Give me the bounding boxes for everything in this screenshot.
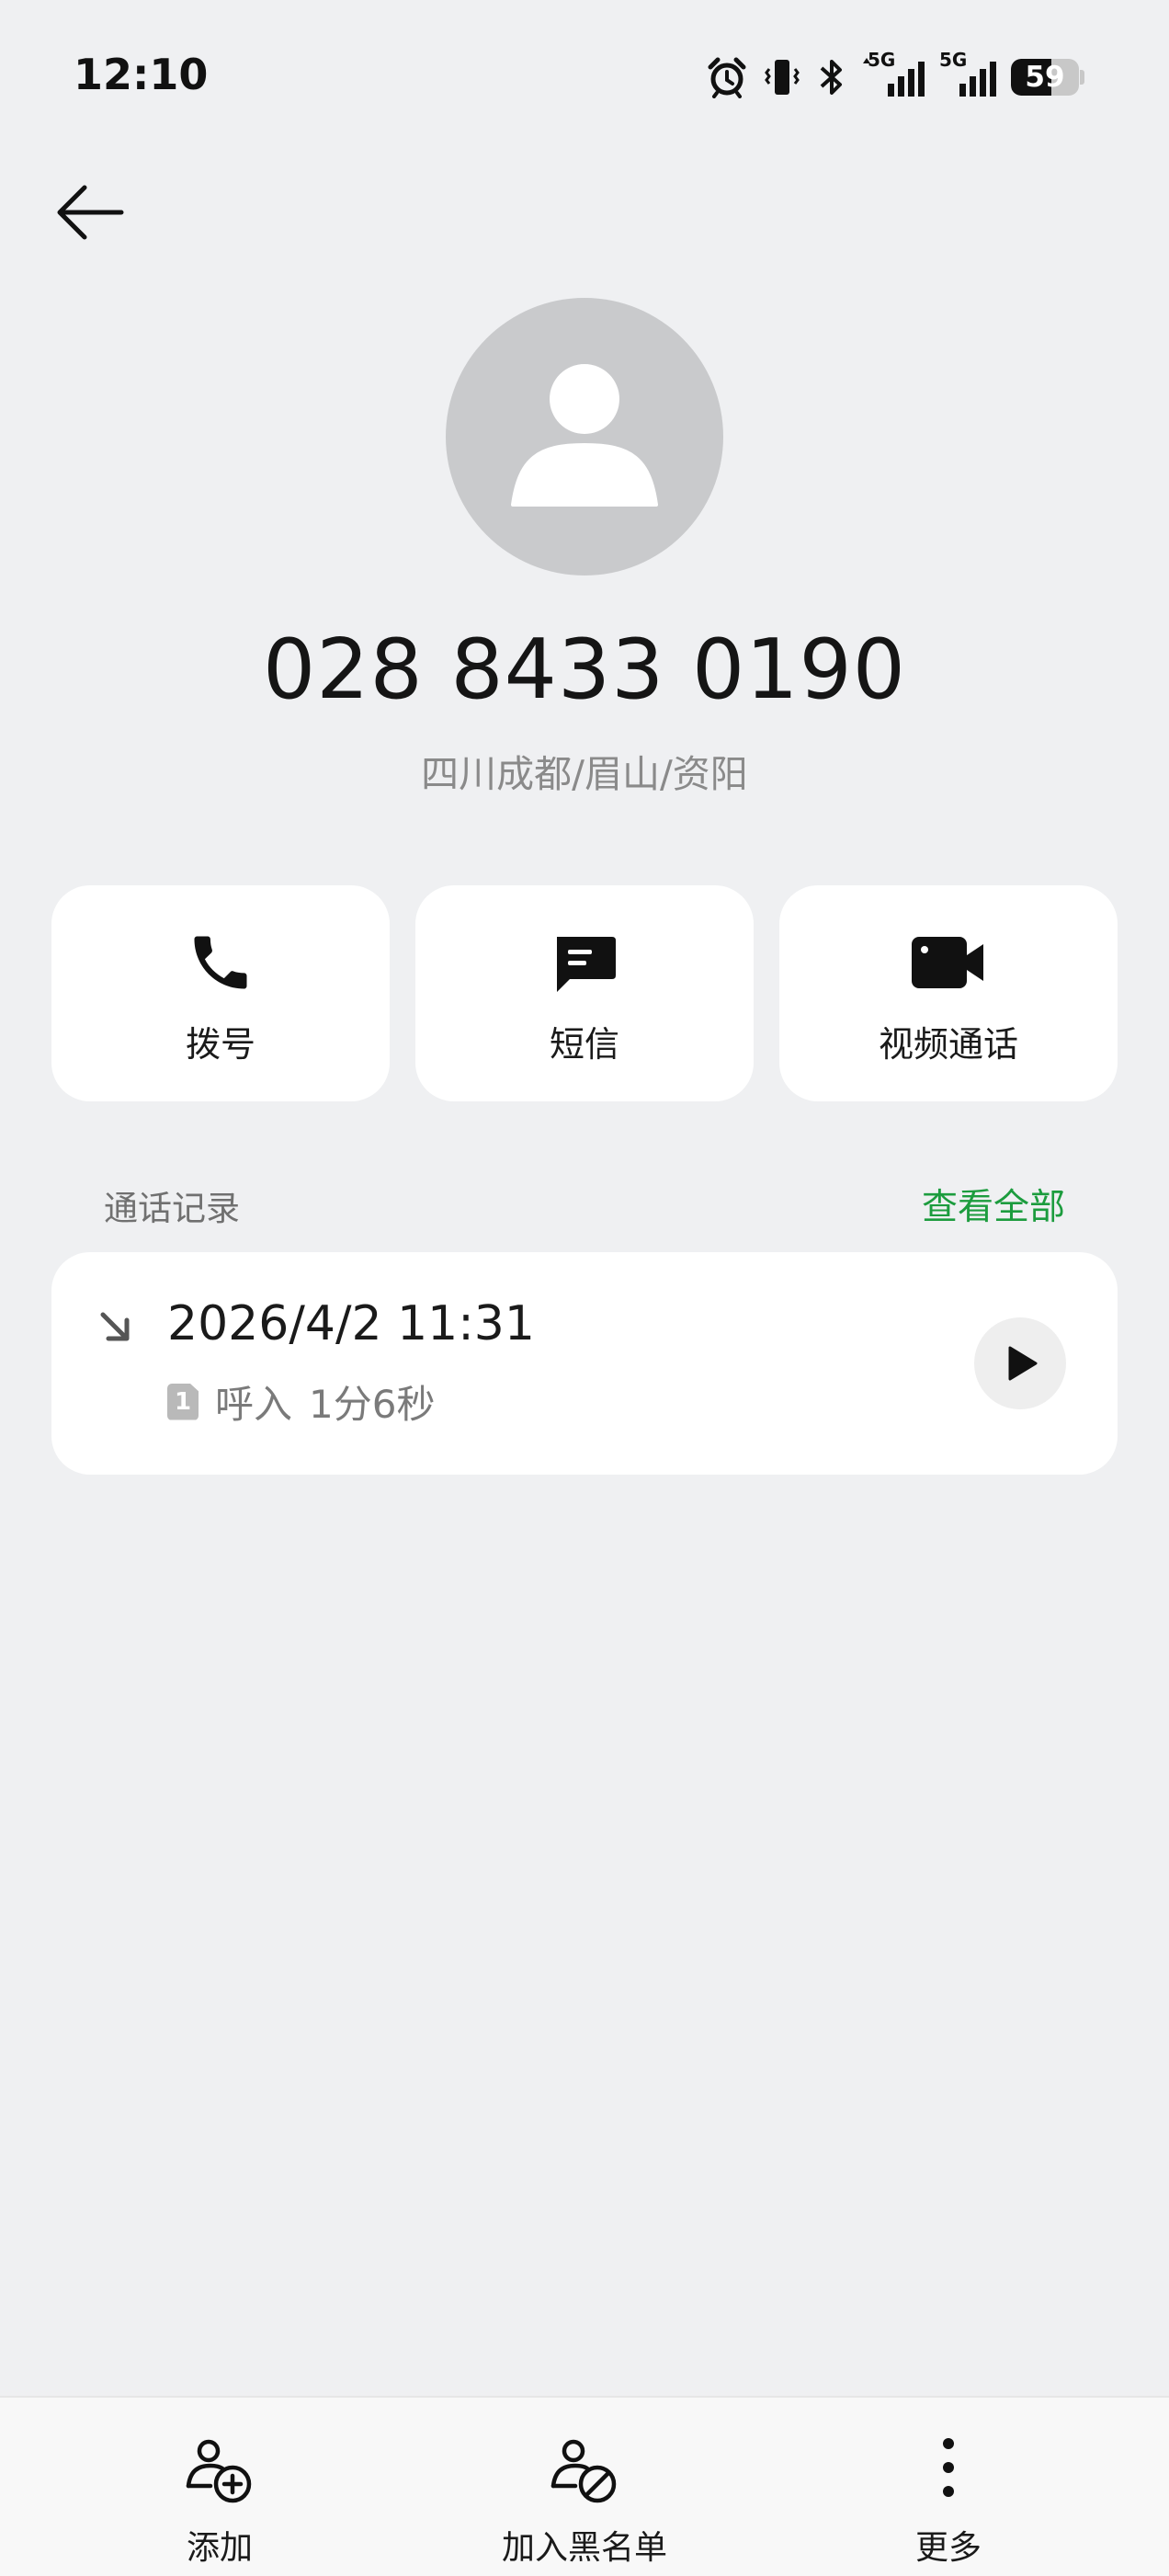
video-call-icon	[910, 926, 987, 999]
block-contact-label: 加入黑名单	[501, 2529, 667, 2567]
alarm-icon	[706, 56, 748, 98]
sms-label: 短信	[549, 1024, 619, 1065]
block-contact-button[interactable]: 加入黑名单	[447, 2434, 722, 2569]
bluetooth-icon	[816, 56, 847, 98]
play-icon	[1008, 1346, 1038, 1381]
phone-location: 四川成都/眉山/资阳	[421, 752, 748, 796]
call-log-title: 通话记录	[104, 1189, 240, 1228]
action-row: 拨号 短信 视频通话	[51, 885, 1118, 1101]
battery-level: 59	[1025, 61, 1065, 94]
sim-card-icon: 1	[167, 1383, 199, 1420]
back-button[interactable]	[44, 171, 136, 254]
status-bar: 12:10 5G 5G 59	[0, 0, 1169, 147]
message-icon	[550, 926, 619, 999]
battery-body: 59	[1011, 59, 1079, 96]
add-contact-button[interactable]: 添加	[82, 2434, 358, 2569]
dial-label: 拨号	[185, 1024, 255, 1065]
phone-number: 028 8433 0190	[262, 621, 907, 718]
status-icons: 5G 5G 59	[706, 49, 1084, 103]
add-contact-label: 添加	[186, 2529, 253, 2567]
dial-button[interactable]: 拨号	[51, 885, 390, 1101]
video-call-label: 视频通话	[878, 1024, 1018, 1065]
sms-button[interactable]: 短信	[415, 885, 754, 1101]
status-time: 12:10	[74, 50, 209, 99]
bottom-action-bar: 添加 加入黑名单 更多	[0, 2396, 1169, 2576]
play-recording-button[interactable]	[974, 1317, 1066, 1409]
add-contact-icon	[183, 2434, 256, 2508]
sim-number: 1	[174, 1387, 192, 1416]
more-button[interactable]: 更多	[811, 2434, 1086, 2569]
view-all-link[interactable]: 查看全部	[922, 1179, 1065, 1230]
signal-icon: 5G	[939, 49, 998, 100]
person-icon	[511, 364, 658, 507]
block-contact-icon	[548, 2434, 621, 2508]
battery-tip	[1080, 70, 1084, 85]
call-log-entry[interactable]: 2026/4/2 11:31 1 呼入 1分6秒	[51, 1252, 1118, 1475]
video-call-button[interactable]: 视频通话	[779, 885, 1118, 1101]
avatar	[446, 298, 723, 576]
incoming-arrow-icon	[96, 1307, 136, 1348]
battery-icon: 59	[1011, 58, 1084, 97]
signal-icon: 5G	[860, 49, 926, 100]
call-datetime: 2026/4/2 11:31	[167, 1296, 535, 1351]
back-arrow-icon	[57, 185, 124, 240]
more-label: 更多	[914, 2529, 982, 2567]
call-type: 呼入	[215, 1382, 293, 1427]
phone-icon	[186, 926, 255, 999]
call-meta: 1 呼入 1分6秒	[167, 1373, 435, 1430]
vibrate-icon	[761, 56, 803, 98]
more-vertical-icon	[912, 2434, 985, 2508]
call-duration: 1分6秒	[309, 1382, 436, 1427]
